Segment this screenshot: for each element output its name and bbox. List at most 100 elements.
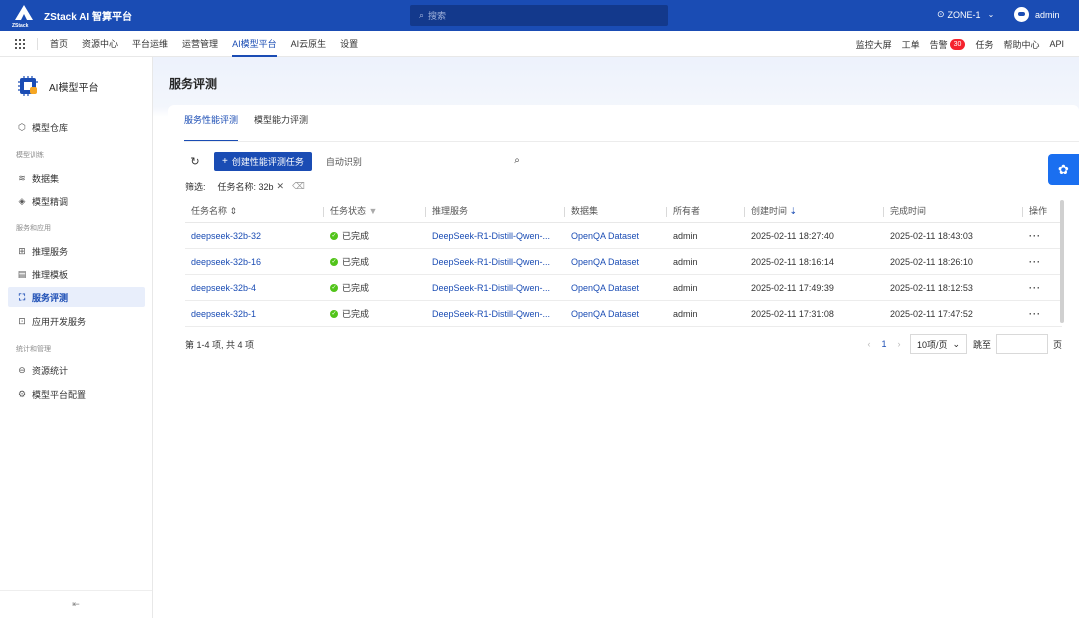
logo-subtext: ZStack [12, 22, 29, 29]
filter-search-input[interactable] [325, 156, 496, 167]
user-menu[interactable]: admin [1014, 7, 1060, 22]
sidebar-item-resource-stats[interactable]: ⊖ 资源统计 [8, 360, 145, 380]
monitor-link[interactable]: 监控大屏 [856, 38, 892, 51]
page-size-value: 10项/页 [917, 339, 948, 350]
service-link[interactable]: DeepSeek-R1-Distill-Qwen-... [426, 309, 565, 319]
sidebar-group-app: 服务和应用 [16, 225, 51, 232]
help-link[interactable]: 帮助中心 [1003, 38, 1039, 51]
filter-search[interactable]: ⌕ [320, 152, 520, 171]
filter-icon[interactable]: ▼ [369, 206, 378, 216]
column-header-actions: 操作 [1029, 205, 1048, 216]
nav-item-settings[interactable]: 设置 [340, 31, 358, 57]
tab-service-perf-eval[interactable]: 服务性能评测 [184, 113, 239, 142]
dataset-link[interactable]: OpenQA Dataset [565, 283, 667, 293]
next-page-icon[interactable]: › [892, 339, 906, 349]
task-name-link[interactable]: deepseek-32b-16 [185, 257, 324, 267]
jump-label: 跳至 [973, 339, 992, 350]
filter-tag: 任务名称: 32b ✕ [218, 180, 285, 193]
dataset-link[interactable]: OpenQA Dataset [565, 257, 667, 267]
robot-icon: ✿ [1058, 161, 1069, 177]
zone-selector[interactable]: ⊙ ZONE-1 ⌄ [937, 9, 994, 20]
server-icon: ⊞ [18, 245, 26, 256]
prev-page-icon[interactable]: ‹ [862, 339, 876, 349]
global-search[interactable]: ⌕ [410, 5, 668, 26]
sidebar-item-label: 推理模板 [32, 269, 69, 280]
nav-item-operation-mgmt[interactable]: 运营管理 [182, 31, 218, 57]
sidebar-item-app-dev[interactable]: ⊡ 应用开发服务 [8, 311, 145, 331]
sidebar-item-dataset[interactable]: ≋ 数据集 [8, 168, 145, 188]
user-name: admin [1035, 9, 1060, 20]
created-time: 2025-02-11 17:49:39 [751, 282, 834, 293]
create-button-label: 创建性能评测任务 [231, 157, 304, 167]
dataset-link[interactable]: OpenQA Dataset [565, 309, 667, 319]
tab-divider [184, 141, 1079, 142]
task-status: ✓ 已完成 [330, 231, 370, 241]
sidebar-item-model-repo[interactable]: ⬡ 模型仓库 [8, 117, 145, 137]
ai-chip-icon [16, 74, 40, 98]
page-number[interactable]: 1 [876, 339, 892, 349]
sidebar-item-label: 模型精调 [32, 196, 69, 207]
column-header-created[interactable]: 创建时间 ⇣ [745, 200, 884, 223]
top-bar: ZStack ZStack AI 智算平台 ⌕ ⊙ ZONE-1 ⌄ admin [0, 0, 1079, 31]
alert-link[interactable]: 告警 30 [930, 38, 966, 51]
create-perf-eval-task-button[interactable]: + 创建性能评测任务 [214, 152, 312, 171]
sidebar-item-platform-config[interactable]: ⚙ 模型平台配置 [8, 384, 145, 404]
task-name-link[interactable]: deepseek-32b-1 [185, 309, 324, 319]
page-size-select[interactable]: 10项/页 ⌄ [910, 334, 967, 354]
ticket-link[interactable]: 工单 [902, 38, 920, 51]
jump-page-input[interactable] [996, 334, 1049, 354]
sidebar-collapse-button[interactable]: ⇤ [0, 590, 152, 618]
search-icon[interactable]: ⌕ [514, 155, 520, 166]
app-grid-icon[interactable] [15, 38, 25, 49]
finished-time: 2025-02-11 17:47:52 [890, 308, 973, 319]
dataset-link[interactable]: OpenQA Dataset [565, 231, 667, 241]
service-link[interactable]: DeepSeek-R1-Distill-Qwen-... [426, 257, 565, 267]
nav-item-home[interactable]: 首页 [50, 31, 68, 57]
service-link[interactable]: DeepSeek-R1-Distill-Qwen-... [426, 231, 565, 241]
table-row: deepseek-32b-1 ✓ 已完成 DeepSeek-R1-Distill-… [185, 301, 1062, 327]
task-link[interactable]: 任务 [975, 38, 993, 51]
tab-model-capability-eval[interactable]: 模型能力评测 [254, 113, 308, 135]
task-status: ✓ 已完成 [330, 257, 370, 267]
sidebar-item-label: 推理服务 [32, 246, 69, 257]
owner: admin [673, 308, 698, 319]
more-actions-icon[interactable]: ··· [1023, 283, 1062, 293]
eval-task-table: 任务名称 ⇕ 任务状态 ▼ 推理服务 数据集 所有者 创建时间 ⇣ 完成时间 操… [185, 200, 1062, 327]
column-header-name[interactable]: 任务名称 ⇕ [185, 200, 324, 223]
scan-icon: ⛶ [18, 291, 26, 302]
clear-filter-icon[interactable]: ⌫ [292, 181, 305, 192]
more-actions-icon[interactable]: ··· [1023, 231, 1062, 241]
sidebar-item-template[interactable]: ▤ 推理模板 [8, 264, 145, 284]
table-scrollbar[interactable] [1060, 200, 1064, 323]
owner: admin [673, 230, 698, 241]
nav-item-ops[interactable]: 平台运维 [132, 31, 168, 57]
sidebar-item-inference[interactable]: ⊞ 推理服务 [8, 241, 145, 261]
sidebar-item-label: 资源统计 [32, 365, 69, 376]
assistant-float-button[interactable]: ✿ [1048, 154, 1079, 185]
column-header-owner: 所有者 [667, 200, 745, 223]
nav-item-ai-model-platform[interactable]: AI模型平台 [232, 31, 277, 57]
logo[interactable]: ZStack ZStack AI 智算平台 [12, 4, 132, 29]
more-actions-icon[interactable]: ··· [1023, 257, 1062, 267]
task-name-link[interactable]: deepseek-32b-4 [185, 283, 324, 293]
service-link[interactable]: DeepSeek-R1-Distill-Qwen-... [426, 283, 565, 293]
sidebar-item-finetune[interactable]: ◈ 模型精调 [8, 191, 145, 211]
more-actions-icon[interactable]: ··· [1023, 309, 1062, 319]
sort-icon: ⇕ [229, 205, 238, 216]
nav-item-ai-cloud-native[interactable]: AI云原生 [291, 31, 327, 57]
close-icon[interactable]: ✕ [277, 181, 285, 192]
refresh-button[interactable]: ↻ [186, 153, 204, 171]
owner: admin [673, 282, 698, 293]
alert-count-badge: 30 [949, 38, 966, 50]
sidebar-group-training: 模型训练 [16, 152, 44, 159]
collapse-icon: ⇤ [72, 599, 80, 609]
table-row: deepseek-32b-32 ✓ 已完成 DeepSeek-R1-Distill… [185, 223, 1062, 249]
task-name-link[interactable]: deepseek-32b-32 [185, 231, 324, 241]
global-search-input[interactable] [428, 10, 649, 21]
task-status: ✓ 已完成 [330, 283, 370, 293]
api-link[interactable]: API [1049, 39, 1064, 49]
sidebar-item-service-eval[interactable]: ⛶ 服务评测 [8, 287, 145, 307]
nav-item-resources[interactable]: 资源中心 [82, 31, 118, 57]
column-header-status[interactable]: 任务状态 ▼ [324, 200, 426, 223]
pagination: ‹ 1 › 10项/页 ⌄ 跳至 页 [862, 334, 1062, 354]
